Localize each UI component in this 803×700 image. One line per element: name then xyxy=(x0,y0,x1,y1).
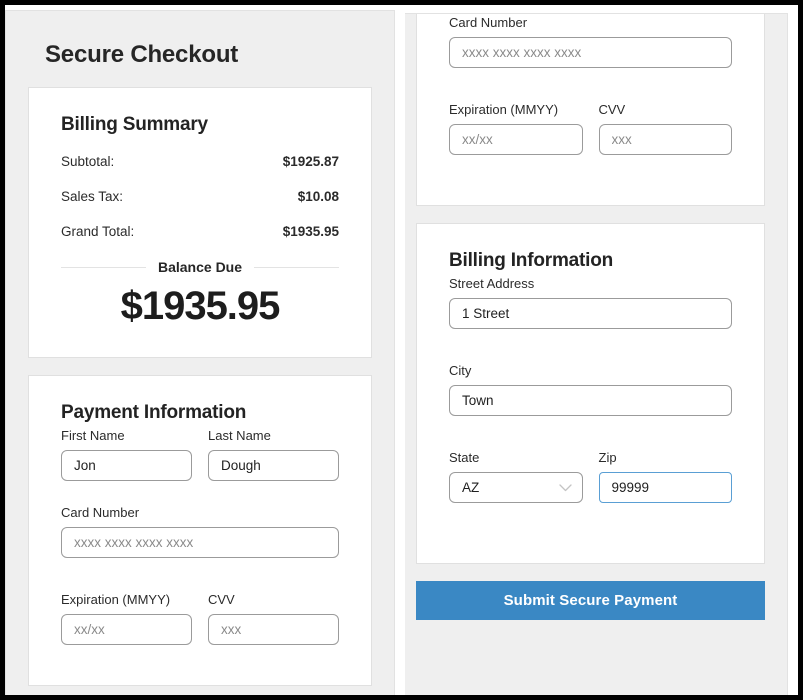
payment-information-card: Payment Information First Name Last Name… xyxy=(28,375,372,686)
submit-secure-payment-button[interactable]: Submit Secure Payment xyxy=(416,581,765,620)
balance-due-block: Balance Due $1935.95 xyxy=(61,259,340,331)
subtotal-value: $1925.87 xyxy=(282,154,339,169)
cvv-input[interactable] xyxy=(598,124,732,155)
summary-row-sales-tax: Sales Tax: $10.08 xyxy=(61,189,339,204)
expiration-cvv-row: Expiration (MMYY) CVV xyxy=(449,102,732,169)
card-number-field-left: Card Number xyxy=(61,505,339,558)
city-input[interactable] xyxy=(449,385,732,416)
summary-row-subtotal: Subtotal: $1925.87 xyxy=(61,154,339,169)
expiration-field: Expiration (MMYY) xyxy=(449,102,583,155)
state-zip-row: State AZ Zip 99999 xyxy=(449,450,732,517)
first-name-field: First Name xyxy=(61,428,192,481)
subtotal-label: Subtotal: xyxy=(61,154,115,169)
cvv-field-left: CVV xyxy=(208,592,339,645)
payment-information-card-right: Card Number Expiration (MMYY) CVV xyxy=(416,14,765,206)
cvv-label: CVV xyxy=(598,102,626,117)
right-panel: Card Number Expiration (MMYY) CVV xyxy=(405,13,788,695)
cvv-field: CVV xyxy=(598,102,732,155)
card-number-input-left[interactable] xyxy=(61,527,339,558)
expiration-cvv-row-left: Expiration (MMYY) CVV xyxy=(61,592,339,659)
billing-summary-heading: Billing Summary xyxy=(61,114,208,135)
balance-due-label: Balance Due xyxy=(157,259,243,275)
zip-label: Zip xyxy=(598,450,617,465)
cvv-input-left[interactable] xyxy=(208,614,339,645)
card-number-label-left: Card Number xyxy=(61,505,140,520)
card-number-field: Card Number xyxy=(449,15,732,68)
state-select[interactable]: AZ xyxy=(449,472,583,503)
billing-information-card: Billing Information Street Address City … xyxy=(416,223,765,564)
expiration-input[interactable] xyxy=(449,124,583,155)
state-select-wrap: AZ xyxy=(449,472,583,503)
zip-field: Zip xyxy=(598,450,732,503)
zip-input[interactable] xyxy=(598,472,732,503)
street-address-input[interactable] xyxy=(449,298,732,329)
card-number-label: Card Number xyxy=(449,15,528,30)
balance-due-legend: Balance Due xyxy=(61,259,340,275)
last-name-input[interactable] xyxy=(208,450,339,481)
balance-due-amount: $1935.95 xyxy=(120,284,281,328)
sales-tax-value: $10.08 xyxy=(297,189,339,204)
grand-total-value: $1935.95 xyxy=(282,224,339,239)
legend-rule-left xyxy=(61,266,146,268)
summary-row-grand-total: Grand Total: $1935.95 xyxy=(61,224,339,239)
sales-tax-label: Sales Tax: xyxy=(61,189,124,204)
billing-summary-card: Billing Summary Subtotal: $1925.87 Sales… xyxy=(28,87,372,358)
checkout-viewport: Secure Checkout Billing Summary Subtotal… xyxy=(5,5,798,695)
state-select-value: AZ xyxy=(462,480,480,495)
state-label: State xyxy=(449,450,480,465)
street-address-field: Street Address xyxy=(449,276,732,329)
expiration-label-left: Expiration (MMYY) xyxy=(61,592,171,607)
street-address-label: Street Address xyxy=(449,276,535,291)
screenshot-frame: Secure Checkout Billing Summary Subtotal… xyxy=(0,0,803,700)
state-field: State AZ xyxy=(449,450,583,503)
last-name-field: Last Name xyxy=(208,428,339,481)
last-name-label: Last Name xyxy=(208,428,271,443)
expiration-field-left: Expiration (MMYY) xyxy=(61,592,192,645)
expiration-label: Expiration (MMYY) xyxy=(449,102,559,117)
legend-rule-right xyxy=(254,266,340,268)
grand-total-label: Grand Total: xyxy=(61,224,135,239)
payment-information-heading: Payment Information xyxy=(61,402,247,423)
expiration-input-left[interactable] xyxy=(61,614,192,645)
left-panel: Secure Checkout Billing Summary Subtotal… xyxy=(5,10,395,695)
card-number-input[interactable] xyxy=(449,37,732,68)
city-label: City xyxy=(449,363,472,378)
billing-information-heading: Billing Information xyxy=(449,250,614,271)
name-row: First Name Last Name xyxy=(61,428,339,495)
first-name-input[interactable] xyxy=(61,450,192,481)
city-field: City xyxy=(449,363,732,416)
page-title: Secure Checkout xyxy=(45,41,239,68)
first-name-label: First Name xyxy=(61,428,125,443)
cvv-label-left: CVV xyxy=(208,592,235,607)
